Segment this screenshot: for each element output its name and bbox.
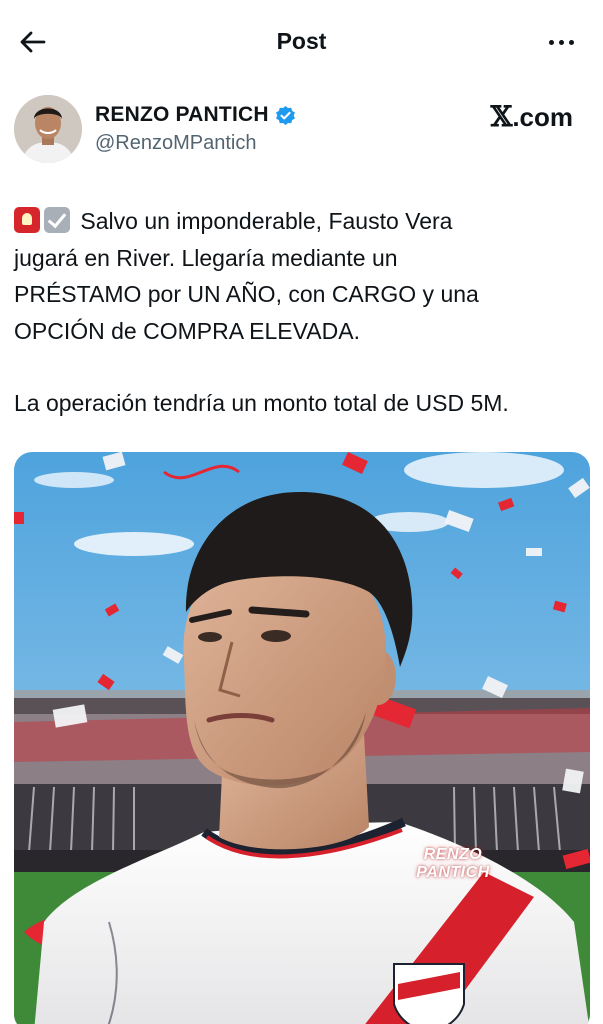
watermark: RENZO PANTICH [398, 846, 508, 882]
check-box-emoji [44, 207, 70, 233]
post-text-line: La operación tendría un monto total de U… [14, 390, 509, 416]
source-badge: 𝕏 .com [491, 100, 573, 133]
page-title: Post [276, 28, 327, 54]
post-text-line: Salvo un imponderable, Fausto Vera [80, 208, 453, 234]
avatar[interactable] [14, 95, 82, 163]
dot-icon [568, 39, 574, 45]
post-text-line: OPCIÓN de COMPRA ELEVADA. [14, 317, 360, 344]
x-logo-icon: 𝕏 [490, 100, 513, 133]
dot-icon [558, 39, 564, 45]
author-handle[interactable]: @RenzoMPantich [95, 132, 256, 155]
post-text-line: PRÉSTAMO por UN AÑO, con CARGO y una [14, 281, 479, 307]
author-name[interactable]: RENZO PANTICH [95, 103, 296, 127]
player-graphic [14, 452, 590, 1024]
verified-badge-icon [275, 105, 295, 125]
top-bar: Post [0, 0, 603, 84]
watermark-line: RENZO [423, 846, 483, 863]
dot-icon [548, 39, 554, 45]
source-badge-text: .com [512, 102, 573, 132]
post-text-line: jugará en River. Llegaría mediante un [14, 244, 398, 271]
watermark-line: PANTICH [416, 864, 490, 881]
avatar-image [14, 95, 82, 163]
more-options-button[interactable] [541, 26, 581, 58]
author-name-label: RENZO PANTICH [95, 103, 269, 126]
siren-emoji [14, 207, 40, 233]
post-text: Salvo un imponderable, Fausto Vera jugar… [14, 203, 594, 422]
post-media-image[interactable]: RENZO PANTICH [14, 452, 590, 1024]
